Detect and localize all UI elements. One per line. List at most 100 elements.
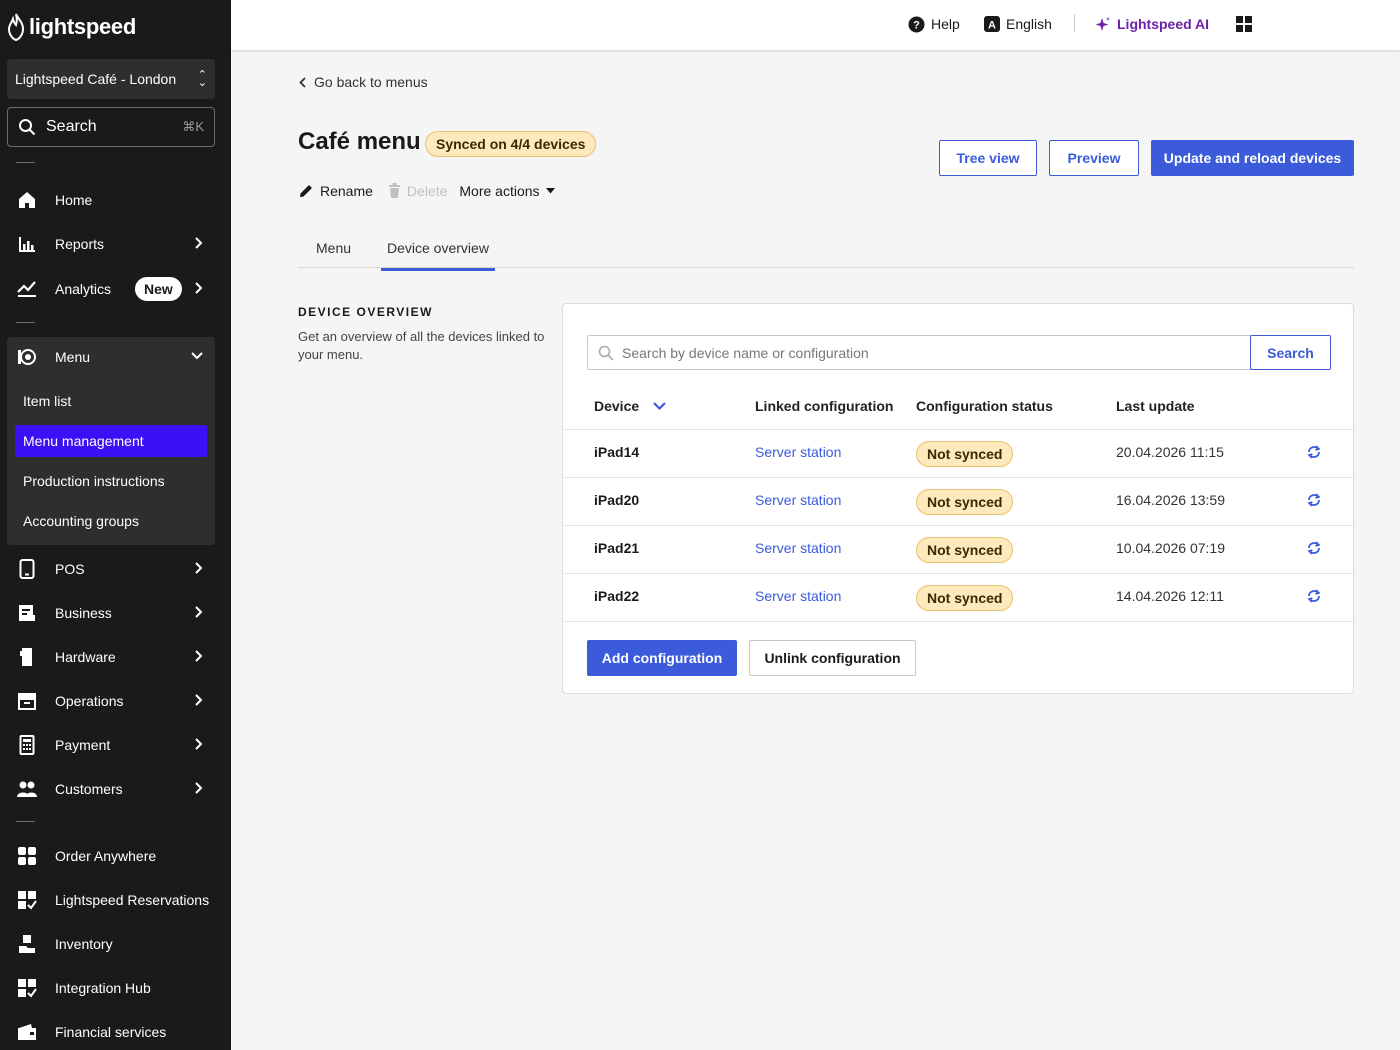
sidebar-subitem-accounting-groups[interactable]: Accounting groups bbox=[15, 505, 207, 537]
chevron-right-icon bbox=[195, 606, 203, 618]
chevron-right-icon bbox=[195, 694, 203, 706]
sidebar-subitem-production-instructions[interactable]: Production instructions bbox=[15, 465, 207, 497]
preview-button[interactable]: Preview bbox=[1049, 140, 1139, 176]
apps-grid-icon bbox=[1236, 16, 1252, 32]
chevron-right-icon bbox=[195, 237, 203, 249]
device-name: iPad21 bbox=[594, 540, 640, 556]
language-selector[interactable]: A English bbox=[984, 14, 1052, 34]
sparkle-icon bbox=[1095, 17, 1110, 31]
chevron-right-icon bbox=[195, 782, 203, 794]
tab-device-overview[interactable]: Device overview bbox=[381, 240, 495, 271]
sidebar-item-inventory[interactable]: Inventory bbox=[0, 924, 231, 964]
lightspeed-logo[interactable]: lightspeed bbox=[7, 12, 136, 42]
svg-text:A: A bbox=[988, 20, 996, 32]
lightspeed-ai-link[interactable]: Lightspeed AI bbox=[1095, 14, 1209, 34]
column-header-label: Device bbox=[594, 398, 640, 414]
sidebar-item-financial-services[interactable]: Financial services bbox=[0, 1012, 231, 1050]
tablet-icon bbox=[17, 559, 37, 579]
search-label: Search bbox=[46, 118, 97, 135]
sidebar-item-label: Analytics bbox=[55, 281, 112, 297]
sidebar-item-reports[interactable]: Reports bbox=[0, 224, 231, 264]
linked-configuration-link[interactable]: Server station bbox=[755, 492, 841, 508]
sidebar-item-business[interactable]: Business bbox=[0, 593, 231, 633]
sidebar-item-pos[interactable]: POS bbox=[0, 549, 231, 589]
search-icon bbox=[598, 345, 614, 361]
search-icon bbox=[19, 119, 36, 136]
sidebar-item-label: Reports bbox=[55, 236, 105, 252]
sidebar-item-label: Hardware bbox=[55, 649, 116, 665]
sync-status-badge: Synced on 4/4 devices bbox=[425, 131, 597, 157]
sidebar-item-integration-hub[interactable]: Integration Hub bbox=[0, 968, 231, 1008]
device-search-input[interactable]: Search by device name or configuration bbox=[587, 335, 1251, 370]
sidebar-item-operations[interactable]: Operations bbox=[0, 681, 231, 721]
rename-action[interactable]: Rename bbox=[298, 183, 373, 199]
sidebar-item-home[interactable]: Home bbox=[0, 180, 231, 220]
unlink-configuration-button[interactable]: Unlink configuration bbox=[749, 640, 916, 676]
sidebar-subitem-menu-management[interactable]: Menu management bbox=[15, 425, 207, 457]
sidebar-item-label: Integration Hub bbox=[55, 980, 151, 996]
linked-configuration-link[interactable]: Server station bbox=[755, 540, 841, 556]
sidebar-item-payment[interactable]: Payment bbox=[0, 725, 231, 765]
chevron-right-icon bbox=[195, 738, 203, 750]
sidebar-item-label: Payment bbox=[55, 737, 111, 753]
location-selector[interactable]: Lightspeed Café - London ⌃ ⌄ bbox=[7, 59, 215, 99]
table-row: iPad14 Server station Not synced 20.04.2… bbox=[563, 429, 1353, 477]
sidebar-item-label: Order Anywhere bbox=[55, 848, 157, 864]
top-bar: ? Help A English Lightspeed AI bbox=[231, 0, 1400, 50]
sidebar-item-label: Inventory bbox=[55, 936, 113, 952]
sidebar-item-customers[interactable]: Customers bbox=[0, 769, 231, 809]
device-name: iPad22 bbox=[594, 588, 640, 604]
home-icon bbox=[17, 190, 37, 210]
linked-configuration-link[interactable]: Server station bbox=[755, 444, 841, 460]
grid-icon bbox=[17, 846, 37, 866]
logo-text: lightspeed bbox=[29, 14, 137, 39]
status-badge: Not synced bbox=[916, 585, 1014, 611]
refresh-icon[interactable] bbox=[1307, 540, 1321, 556]
help-link[interactable]: ? Help bbox=[908, 14, 960, 34]
sidebar-item-hardware[interactable]: Hardware bbox=[0, 637, 231, 677]
refresh-icon[interactable] bbox=[1307, 492, 1321, 508]
sidebar-search[interactable]: Search ⌘K bbox=[7, 107, 215, 147]
caret-down-icon bbox=[545, 188, 555, 194]
sort-chevron-down-icon bbox=[653, 402, 666, 410]
trend-icon bbox=[17, 279, 37, 299]
top-separator bbox=[1074, 14, 1075, 32]
help-icon: ? bbox=[908, 16, 925, 32]
apps-grid-button[interactable] bbox=[1236, 14, 1252, 34]
sidebar-item-lightspeed-reservations[interactable]: Lightspeed Reservations bbox=[0, 880, 231, 920]
sidebar-item-label: Lightspeed Reservations bbox=[55, 892, 210, 908]
sidebar-subitem-item-list[interactable]: Item list bbox=[15, 385, 207, 417]
divider bbox=[16, 821, 35, 822]
refresh-icon[interactable] bbox=[1307, 588, 1321, 604]
tree-view-button[interactable]: Tree view bbox=[939, 140, 1037, 176]
table-divider bbox=[563, 621, 1353, 622]
linked-configuration-link[interactable]: Server station bbox=[755, 588, 841, 604]
column-header-device[interactable]: Device bbox=[594, 398, 666, 414]
pencil-icon bbox=[300, 185, 312, 197]
hardware-icon bbox=[17, 647, 37, 667]
more-actions-dropdown[interactable]: More actions bbox=[459, 183, 555, 199]
add-configuration-button[interactable]: Add configuration bbox=[587, 640, 737, 676]
back-link[interactable]: Go back to menus bbox=[299, 74, 428, 90]
reservations-icon bbox=[17, 890, 37, 910]
device-search-button[interactable]: Search bbox=[1250, 335, 1331, 370]
sidebar-item-order-anywhere[interactable]: Order Anywhere bbox=[0, 836, 231, 876]
sidebar-item-analytics[interactable]: Analytics New bbox=[0, 269, 231, 309]
refresh-icon[interactable] bbox=[1307, 444, 1321, 460]
update-reload-devices-button[interactable]: Update and reload devices bbox=[1151, 140, 1354, 176]
delete-label: Delete bbox=[406, 183, 448, 199]
delete-action[interactable]: Delete bbox=[388, 183, 447, 199]
sidebar-item-menu[interactable]: Menu bbox=[0, 337, 231, 377]
device-overview-card: Search by device name or configuration S… bbox=[562, 303, 1354, 694]
title-actions: Rename Delete More actions bbox=[298, 181, 555, 201]
bar-chart-icon bbox=[17, 234, 37, 254]
tab-menu[interactable]: Menu bbox=[310, 240, 357, 268]
last-update: 14.04.2026 12:11 bbox=[1116, 588, 1224, 604]
search-shortcut: ⌘K bbox=[182, 119, 204, 134]
language-icon: A bbox=[984, 16, 1000, 32]
last-update: 20.04.2026 11:15 bbox=[1116, 444, 1224, 460]
divider bbox=[16, 322, 35, 323]
device-name: iPad14 bbox=[594, 444, 640, 460]
status-badge: Not synced bbox=[916, 441, 1014, 467]
status-badge: Not synced bbox=[916, 537, 1014, 563]
